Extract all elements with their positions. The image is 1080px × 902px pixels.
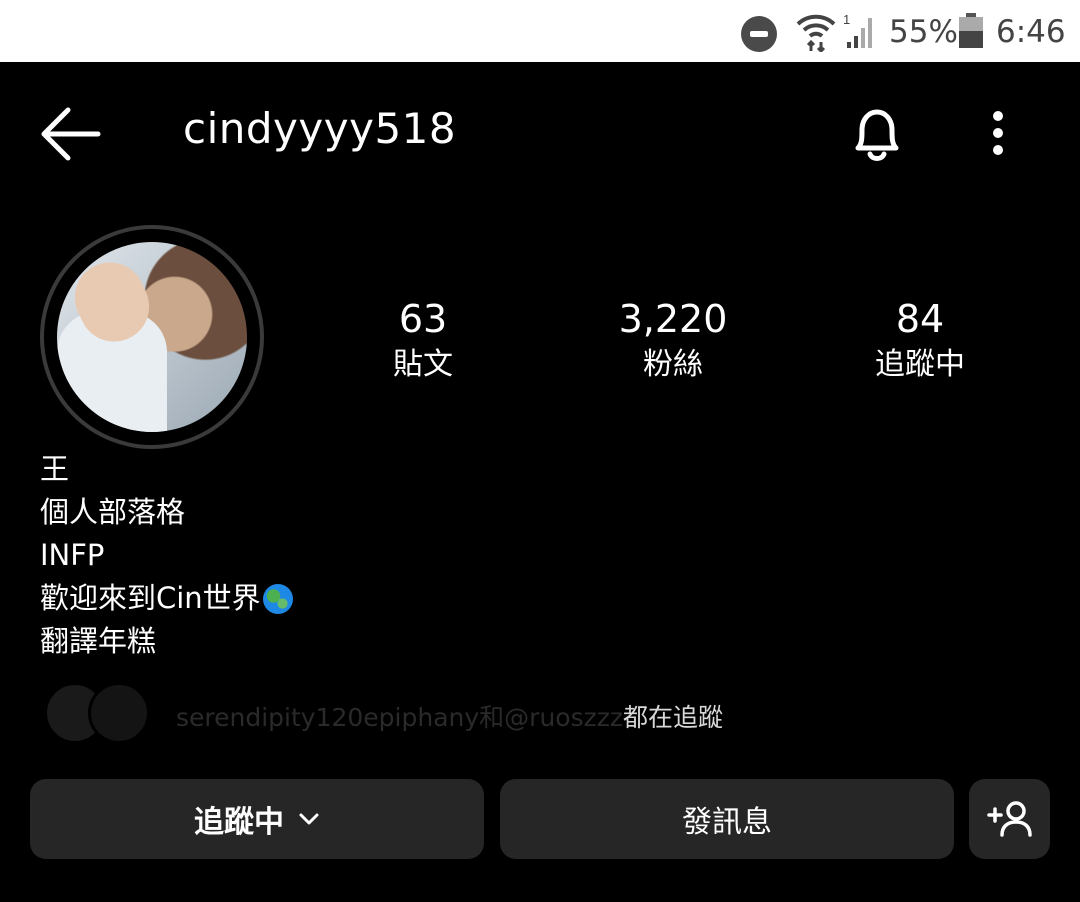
bio-line-3: 翻譯年糕 (40, 624, 157, 658)
clock: 6:46 (996, 14, 1066, 50)
status-bar: 1 55% 6:46 (0, 0, 1080, 62)
mutual-followers-text[interactable]: serendipity120epiphany和@ruoszzz都在追蹤 (176, 698, 723, 734)
following-button-label: 追蹤中 (194, 805, 284, 840)
globe-icon (262, 583, 293, 614)
signal-icon: 1 (843, 12, 872, 48)
posts-count: 63 (398, 297, 448, 341)
profile-bio: 王 個人部落格 INFP 歡迎來到Cin世界 翻譯年糕 (40, 448, 293, 663)
following-button[interactable]: 追蹤中 (30, 779, 484, 859)
suggest-people-button[interactable] (969, 779, 1050, 859)
stat-posts[interactable]: 63 貼文 (323, 296, 523, 384)
battery-icon (959, 13, 983, 48)
message-button[interactable]: 發訊息 (500, 779, 954, 859)
battery-percent: 55% (889, 14, 958, 50)
add-person-icon (986, 801, 1032, 837)
stat-followers[interactable]: 3,220 粉絲 (573, 296, 773, 384)
more-options-icon[interactable] (984, 110, 1012, 158)
do-not-disturb-icon (741, 16, 777, 52)
chevron-down-icon (299, 813, 319, 825)
bio-line-1: INFP (40, 538, 105, 572)
display-name: 王 (40, 452, 70, 486)
following-label: 追蹤中 (875, 347, 965, 382)
mutual-followers-names: serendipity120epiphany和@ruoszzz (176, 703, 623, 732)
avatar (88, 682, 150, 744)
wifi-icon (796, 14, 836, 52)
profile-username: cindyyyy518 (183, 104, 457, 153)
followers-count: 3,220 (618, 297, 728, 341)
followers-label: 粉絲 (643, 347, 703, 382)
mutual-followers-suffix: 都在追蹤 (623, 703, 724, 732)
bio-line-2-row: 歡迎來到Cin世界 (40, 577, 293, 620)
posts-label: 貼文 (393, 347, 453, 382)
message-button-label: 發訊息 (682, 805, 772, 840)
back-arrow-icon[interactable] (40, 106, 102, 162)
bell-icon[interactable] (848, 104, 906, 166)
profile-avatar[interactable] (57, 242, 247, 432)
bio-line-2: 歡迎來到Cin世界 (40, 581, 261, 615)
svg-text:1: 1 (843, 12, 850, 27)
stat-following[interactable]: 84 追蹤中 (820, 296, 1020, 384)
mutual-followers-avatars[interactable] (44, 682, 154, 744)
following-count: 84 (895, 297, 945, 341)
profile-category: 個人部落格 (40, 495, 186, 529)
